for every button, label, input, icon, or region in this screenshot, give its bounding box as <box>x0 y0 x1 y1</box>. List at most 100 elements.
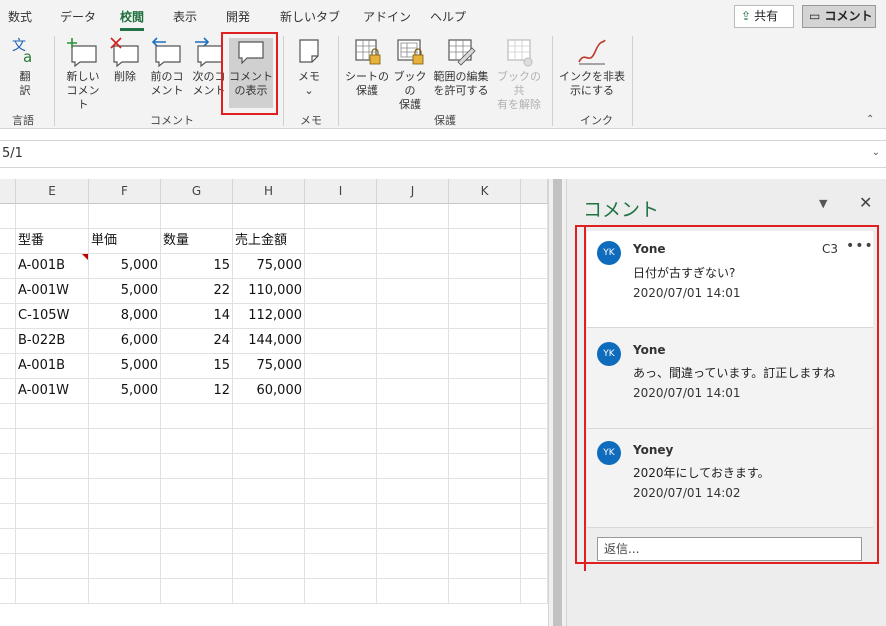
worksheet-grid[interactable]: E F G H I J K 型番 単価 数量 売上金額 A-001B 5,000 15 75,… <box>0 179 548 626</box>
data-cell[interactable]: 5,000 <box>89 379 161 404</box>
grid-cell[interactable] <box>16 504 89 529</box>
data-cell[interactable]: A-001W <box>16 379 89 404</box>
grid-cell[interactable] <box>233 554 305 579</box>
grid-cell[interactable] <box>377 454 449 479</box>
grid-cell[interactable] <box>305 379 377 404</box>
grid-cell[interactable] <box>161 479 233 504</box>
grid-cell[interactable] <box>233 479 305 504</box>
grid-cell[interactable] <box>305 579 377 604</box>
grid-cell[interactable] <box>0 579 16 604</box>
grid-cell[interactable] <box>161 554 233 579</box>
grid-cell[interactable] <box>16 579 89 604</box>
grid-cell[interactable] <box>449 279 521 304</box>
grid-cell[interactable] <box>377 429 449 454</box>
grid-cell[interactable] <box>89 204 161 229</box>
grid-cell[interactable] <box>0 229 16 254</box>
comments-button[interactable]: ▭ コメント <box>802 5 876 28</box>
tab-addins[interactable]: アドイン <box>363 8 411 25</box>
column-header-k[interactable]: K <box>449 179 521 204</box>
grid-cell[interactable] <box>449 554 521 579</box>
data-cell[interactable]: C-105W <box>16 304 89 329</box>
grid-cell[interactable] <box>305 204 377 229</box>
grid-cell[interactable] <box>449 404 521 429</box>
grid-cell[interactable] <box>305 529 377 554</box>
grid-cell[interactable] <box>305 554 377 579</box>
pane-options-icon[interactable]: ▼ <box>819 197 827 210</box>
column-header-j[interactable]: J <box>377 179 449 204</box>
grid-cell[interactable] <box>161 429 233 454</box>
hide-ink-button[interactable]: インクを非表 示にする <box>558 36 626 98</box>
grid-cell[interactable] <box>89 404 161 429</box>
grid-cell[interactable] <box>0 354 16 379</box>
grid-cell[interactable] <box>377 579 449 604</box>
grid-cell[interactable] <box>449 429 521 454</box>
data-cell[interactable]: 60,000 <box>233 379 305 404</box>
grid-cell[interactable] <box>521 404 548 429</box>
grid-cell[interactable] <box>233 204 305 229</box>
grid-cell[interactable] <box>449 379 521 404</box>
data-cell[interactable]: 5,000 <box>89 354 161 379</box>
grid-cell[interactable] <box>449 204 521 229</box>
grid-cell[interactable] <box>449 529 521 554</box>
grid-cell[interactable] <box>0 204 16 229</box>
grid-cell[interactable] <box>305 254 377 279</box>
data-cell[interactable]: 110,000 <box>233 279 305 304</box>
grid-cell[interactable] <box>233 579 305 604</box>
grid-cell[interactable] <box>0 304 16 329</box>
header-cell[interactable]: 単価 <box>89 229 161 254</box>
grid-cell[interactable] <box>305 354 377 379</box>
tab-new-tab[interactable]: 新しいタブ <box>280 8 340 25</box>
data-cell[interactable]: A-001W <box>16 279 89 304</box>
column-header-e[interactable]: E <box>16 179 89 204</box>
grid-cell[interactable] <box>0 279 16 304</box>
data-cell[interactable]: 75,000 <box>233 354 305 379</box>
grid-cell[interactable] <box>0 529 16 554</box>
grid-cell[interactable] <box>233 504 305 529</box>
protect-sheet-button[interactable]: シートの 保護 <box>344 36 390 98</box>
grid-cell[interactable] <box>521 529 548 554</box>
previous-comment-button[interactable]: 前のコ メント <box>148 36 186 98</box>
grid-cell[interactable] <box>305 304 377 329</box>
grid-cell[interactable] <box>377 229 449 254</box>
grid-cell[interactable] <box>89 429 161 454</box>
grid-cell[interactable] <box>305 229 377 254</box>
data-cell[interactable]: 5,000 <box>89 254 161 279</box>
grid-cell[interactable] <box>449 329 521 354</box>
grid-cell[interactable] <box>521 254 548 279</box>
grid-cell[interactable] <box>449 504 521 529</box>
grid-cell[interactable] <box>16 204 89 229</box>
grid-cell[interactable] <box>16 454 89 479</box>
grid-cell[interactable] <box>377 304 449 329</box>
grid-cell[interactable] <box>16 404 89 429</box>
data-cell[interactable]: 14 <box>161 304 233 329</box>
grid-cell[interactable] <box>0 504 16 529</box>
grid-cell[interactable] <box>377 204 449 229</box>
data-cell[interactable]: B-022B <box>16 329 89 354</box>
data-cell[interactable]: 15 <box>161 254 233 279</box>
grid-cell[interactable] <box>521 229 548 254</box>
grid-cell[interactable] <box>0 329 16 354</box>
data-cell[interactable]: 144,000 <box>233 329 305 354</box>
grid-cell[interactable] <box>161 529 233 554</box>
vertical-scrollbar[interactable] <box>548 179 566 626</box>
grid-cell[interactable] <box>0 479 16 504</box>
comment-indicator[interactable] <box>82 254 88 260</box>
grid-cell[interactable] <box>89 529 161 554</box>
grid-cell[interactable] <box>521 204 548 229</box>
grid-cell[interactable] <box>449 304 521 329</box>
translate-button[interactable]: 文 a 翻 訳 <box>8 36 42 98</box>
grid-cell[interactable] <box>305 479 377 504</box>
grid-cell[interactable] <box>521 429 548 454</box>
grid-cell[interactable] <box>377 354 449 379</box>
tab-view[interactable]: 表示 <box>173 8 197 25</box>
grid-cell[interactable] <box>0 554 16 579</box>
scrollbar-thumb[interactable] <box>553 179 562 626</box>
grid-cell[interactable] <box>161 454 233 479</box>
expand-formula-icon[interactable]: ⌄ <box>872 147 880 158</box>
header-cell[interactable]: 型番 <box>16 229 89 254</box>
grid-cell[interactable] <box>89 554 161 579</box>
grid-cell[interactable] <box>89 479 161 504</box>
grid-cell[interactable] <box>521 504 548 529</box>
grid-cell[interactable] <box>161 579 233 604</box>
grid-cell[interactable] <box>377 479 449 504</box>
